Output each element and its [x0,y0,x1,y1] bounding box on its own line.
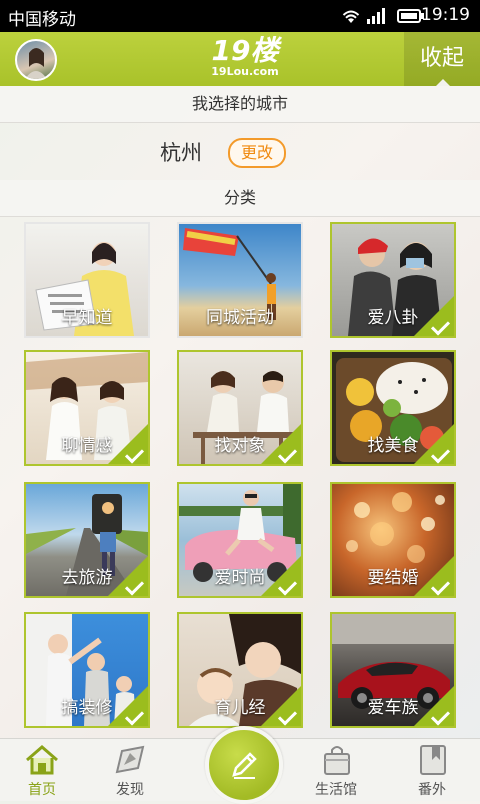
change-city-button[interactable]: 更改 [228,138,286,168]
category-tile-decoration[interactable]: 搞装修 [24,612,150,728]
category-tile-news[interactable]: 早知道 [24,222,150,338]
category-tile-relationships[interactable]: 聊情感 [24,350,150,466]
tile-label: 早知道 [61,308,113,328]
nav-home[interactable]: 首页 [2,739,82,801]
category-section-header: 分类 [0,180,480,217]
collapse-button[interactable]: 收起 [404,32,480,86]
tile-label: 同城活动 [206,308,274,328]
category-section-title: 分类 [223,188,256,207]
home-icon [26,745,58,775]
shopping-bag-icon [324,746,350,775]
status-bar: 中国移动 19:19 [0,0,480,32]
nav-label: 发现 [116,782,144,798]
logo-sub: 19Lou.com [211,65,279,78]
nav-life[interactable]: 生活馆 [296,739,376,801]
category-tile-events[interactable]: 同城活动 [177,222,303,338]
compass-icon [115,745,145,774]
category-tile-cars[interactable]: 爱车族 [330,612,456,728]
logo-main: 19楼 [211,34,279,67]
wifi-icon [340,7,362,29]
clock: 19:19 [421,5,470,25]
category-tile-fashion[interactable]: 爱时尚 [177,482,303,598]
collapse-label: 收起 [419,46,464,71]
nav-discover[interactable]: 发现 [90,739,170,801]
city-section-header: 我选择的城市 [0,86,480,123]
category-tile-food[interactable]: 找美食 [330,350,456,466]
selected-city: 杭州 [160,141,202,165]
nav-extra[interactable]: 番外 [392,739,472,801]
category-tile-wedding[interactable]: 要结婚 [330,482,456,598]
nav-label: 番外 [418,782,446,798]
compose-button[interactable] [205,726,283,804]
app-logo: 19楼 19Lou.com [200,36,290,82]
carrier-label: 中国移动 [8,10,76,30]
category-tile-dating[interactable]: 找对象 [177,350,303,466]
avatar[interactable] [15,39,57,81]
city-section-title: 我选择的城市 [191,94,288,113]
category-tile-gossip[interactable]: 爱八卦 [330,222,456,338]
signal-icon [366,7,388,29]
category-tile-parenting[interactable]: 育儿经 [177,612,303,728]
app-header: 19楼 19Lou.com 收起 [0,32,480,86]
category-tile-travel[interactable]: 去旅游 [24,482,150,598]
city-row: 杭州 更改 [0,124,480,180]
bookmark-icon [420,745,446,775]
pointer-triangle-icon [436,79,450,86]
pencil-icon [232,752,257,779]
nav-label: 首页 [28,782,56,798]
nav-label: 生活馆 [315,782,357,798]
